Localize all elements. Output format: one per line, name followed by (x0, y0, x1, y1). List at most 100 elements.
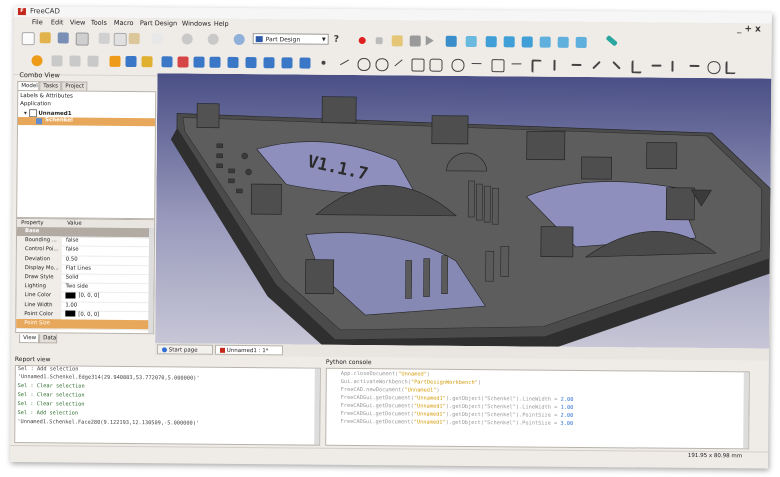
new-document-icon[interactable] (21, 32, 35, 46)
polar-pattern-icon[interactable] (263, 57, 275, 69)
constraint-parallel-icon[interactable] (592, 60, 601, 70)
draft-icon[interactable] (209, 56, 221, 68)
redo-icon[interactable] (207, 33, 219, 45)
report-view-panel: Report view Sel : Add selection 'Unnamed… (14, 356, 321, 447)
macro-list-icon[interactable] (409, 35, 421, 47)
view-rear-icon[interactable] (539, 36, 551, 48)
sketch-icon[interactable] (31, 55, 43, 67)
workbench-selector[interactable]: Part Design ▼ (252, 33, 329, 45)
map-sketch-icon[interactable] (69, 55, 81, 67)
console-scrollbar[interactable] (743, 372, 749, 449)
report-line: Sel : Clear selection (17, 401, 85, 408)
tree-object-row-selected[interactable]: Schenkel (17, 117, 156, 127)
mirrored-icon[interactable] (227, 56, 239, 68)
chamfer-icon[interactable] (193, 56, 205, 68)
menu-help[interactable]: Help (214, 20, 229, 28)
save-icon[interactable] (57, 32, 69, 44)
constraint-horizontal-icon[interactable] (571, 63, 582, 66)
view-right-icon[interactable] (521, 36, 533, 48)
console-number: 1.00 (560, 404, 574, 411)
menu-part-design[interactable]: Part Design (140, 19, 177, 27)
property-value[interactable] (63, 319, 153, 329)
tab-model[interactable]: Model (17, 81, 40, 91)
console-code: ).getObject("Schenkel").PointSize = (445, 419, 561, 427)
undo-icon[interactable] (181, 33, 193, 45)
3d-model-render[interactable]: V1.1.7 (155, 73, 772, 349)
constraint-distance-icon[interactable] (689, 64, 700, 67)
measure-distance-icon[interactable] (605, 34, 618, 47)
menu-edit[interactable]: Edit (51, 18, 64, 26)
constraint-radius-icon[interactable] (707, 61, 721, 75)
constraint-perpendicular-icon[interactable] (612, 60, 621, 70)
menu-file[interactable]: File (32, 18, 43, 26)
menu-windows[interactable]: Windows (182, 19, 211, 27)
macro-record-icon[interactable] (358, 37, 366, 45)
constraint-tangent-icon[interactable] (631, 60, 642, 74)
groove-icon[interactable] (161, 56, 173, 68)
rectangle-icon[interactable] (411, 58, 425, 72)
fillet-icon[interactable] (177, 56, 189, 68)
view-left-icon[interactable] (575, 36, 587, 48)
trim-icon[interactable] (491, 59, 505, 73)
mirror-icon[interactable] (51, 55, 63, 67)
tab-data[interactable]: Data (39, 334, 58, 344)
view-fit-icon[interactable] (445, 35, 457, 47)
constraint-angle-icon[interactable] (725, 61, 736, 75)
whats-this-icon[interactable]: ? (334, 35, 345, 46)
tree-doc-label: Unnamed1 (38, 110, 72, 118)
menu-macro[interactable]: Macro (114, 19, 134, 27)
open-folder-icon[interactable] (39, 32, 51, 44)
constraint-coincident-icon[interactable] (531, 59, 542, 73)
view-top-icon[interactable] (503, 36, 515, 48)
tab-tasks[interactable]: Tasks (39, 81, 62, 91)
copy-icon[interactable] (113, 32, 127, 46)
paste-icon[interactable] (128, 33, 140, 45)
pocket-icon[interactable] (125, 55, 137, 68)
view-bottom-icon[interactable] (557, 36, 569, 48)
slot-icon[interactable] (451, 58, 465, 72)
line-icon[interactable] (339, 59, 350, 66)
tab-unnamed1[interactable]: Unnamed1 : 1* (214, 344, 284, 356)
refresh-icon[interactable] (233, 33, 245, 46)
macro-stop-icon[interactable] (375, 37, 383, 45)
property-scrollbar[interactable] (148, 228, 155, 335)
constraint-vertical-icon[interactable] (553, 59, 556, 71)
3d-viewport[interactable]: V1.1.7 (155, 73, 772, 349)
console-line: FreeCADGui.getDocument("Unnamed1").getOb… (340, 419, 573, 427)
report-view-output[interactable]: Sel : Add selection 'Unnamed1.Schenkel.E… (14, 365, 321, 446)
console-string: "Unnamed1" (404, 387, 437, 394)
scaled-icon[interactable] (281, 57, 293, 69)
property-row-selected[interactable]: Point Size (16, 319, 154, 331)
report-scrollbar[interactable] (314, 368, 320, 445)
console-string: "Unnamed1" (413, 411, 446, 418)
external-geometry-icon[interactable] (511, 63, 522, 65)
view-axonometric-icon[interactable] (465, 35, 477, 48)
tab-view[interactable]: View (19, 334, 40, 344)
view-front-icon[interactable] (485, 36, 497, 48)
leave-sketch-icon[interactable] (87, 55, 99, 67)
freecad-window: F FreeCAD File Edit View Tools Macro Par… (10, 6, 772, 469)
constraint-equal-icon[interactable] (651, 64, 662, 67)
polygon-icon[interactable] (429, 58, 443, 72)
menu-view[interactable]: View (70, 18, 86, 26)
multi-transform-icon[interactable] (299, 57, 311, 69)
constraint-lock-icon[interactable] (671, 60, 674, 72)
pad-icon[interactable] (109, 55, 121, 67)
cut-icon[interactable] (98, 32, 110, 44)
recompute-icon[interactable] (151, 33, 163, 45)
polyline-icon[interactable] (394, 59, 403, 67)
python-console-output[interactable]: App.closeDocument("Unnamed") Gui.activat… (325, 367, 750, 450)
tab-start-page[interactable]: Start page (156, 344, 214, 355)
macro-edit-icon[interactable] (391, 35, 403, 47)
menu-tools[interactable]: Tools (91, 19, 107, 27)
arc-icon[interactable] (357, 58, 371, 72)
fillet-sketch-icon[interactable] (471, 62, 482, 65)
tab-project[interactable]: Project (61, 81, 88, 91)
point-icon[interactable] (321, 60, 326, 65)
revolution-icon[interactable] (141, 56, 153, 68)
save-as-icon[interactable] (75, 32, 89, 46)
circle-icon[interactable] (375, 58, 389, 72)
linear-pattern-icon[interactable] (245, 57, 257, 69)
macro-play-icon[interactable] (425, 35, 434, 46)
window-title: FreeCAD (29, 7, 60, 16)
